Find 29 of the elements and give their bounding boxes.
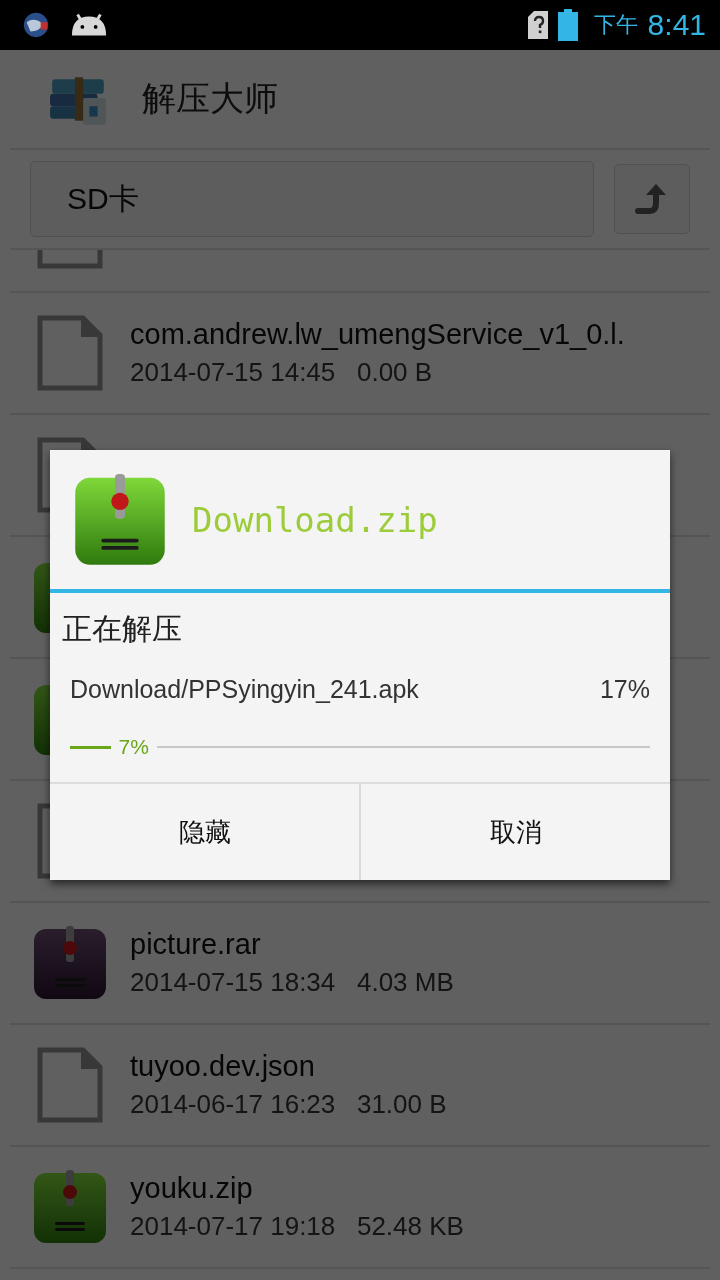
- file-name: youku.zip: [130, 1172, 254, 1205]
- up-button[interactable]: [614, 164, 690, 234]
- file-row[interactable]: tuyoo.dev.json 2014-06-17 16:23 31.00 B: [10, 1025, 710, 1147]
- rar-archive-icon: [33, 926, 107, 1000]
- current-file: Download/PPSyingyin_241.apk: [70, 675, 419, 704]
- file-row[interactable]: youku.zip 2014-07-17 19:18 52.48 KB: [10, 1147, 710, 1269]
- progress-label: 7%: [118, 735, 149, 759]
- dialog-title: Download.zip: [192, 499, 438, 540]
- file-name: picture.rar: [130, 928, 262, 961]
- file-row[interactable]: com.andrew.lw_umengService_v1_0.l. 2014-07-15 14:45 0.00 B: [10, 293, 710, 415]
- sim-unknown-icon: [527, 11, 548, 39]
- android-icon: [70, 12, 108, 38]
- file-row[interactable]: picture.rar 2014-07-15 18:34 4.03 MB: [10, 903, 710, 1025]
- file-details: 2014-06-17 16:23 31.00 B: [130, 1089, 447, 1120]
- globe-icon: [22, 11, 50, 39]
- path-field[interactable]: SD卡: [30, 161, 594, 237]
- dialog-message: 正在解压: [61, 610, 183, 648]
- file-details: 2014-07-17 19:18 52.48 KB: [130, 1211, 464, 1242]
- file-name: com.andrew.lw_umengService_v1_0.l.: [130, 318, 625, 351]
- file-details: 2014-07-15 14:45 0.00 B: [130, 357, 434, 388]
- dialog-button[interactable]: 取消: [359, 784, 670, 880]
- battery-icon: [557, 9, 578, 41]
- app-title: 解压大师: [142, 77, 278, 120]
- clock-period: 下午: [593, 11, 638, 39]
- file-percent: 17%: [599, 675, 650, 704]
- dialog-button[interactable]: 隐藏: [50, 784, 359, 880]
- file-details: 2014-07-15 18:34 4.03 MB: [130, 967, 454, 998]
- clock-time: 8:41: [647, 8, 706, 42]
- file-name: tuyoo.dev.json: [130, 1050, 316, 1083]
